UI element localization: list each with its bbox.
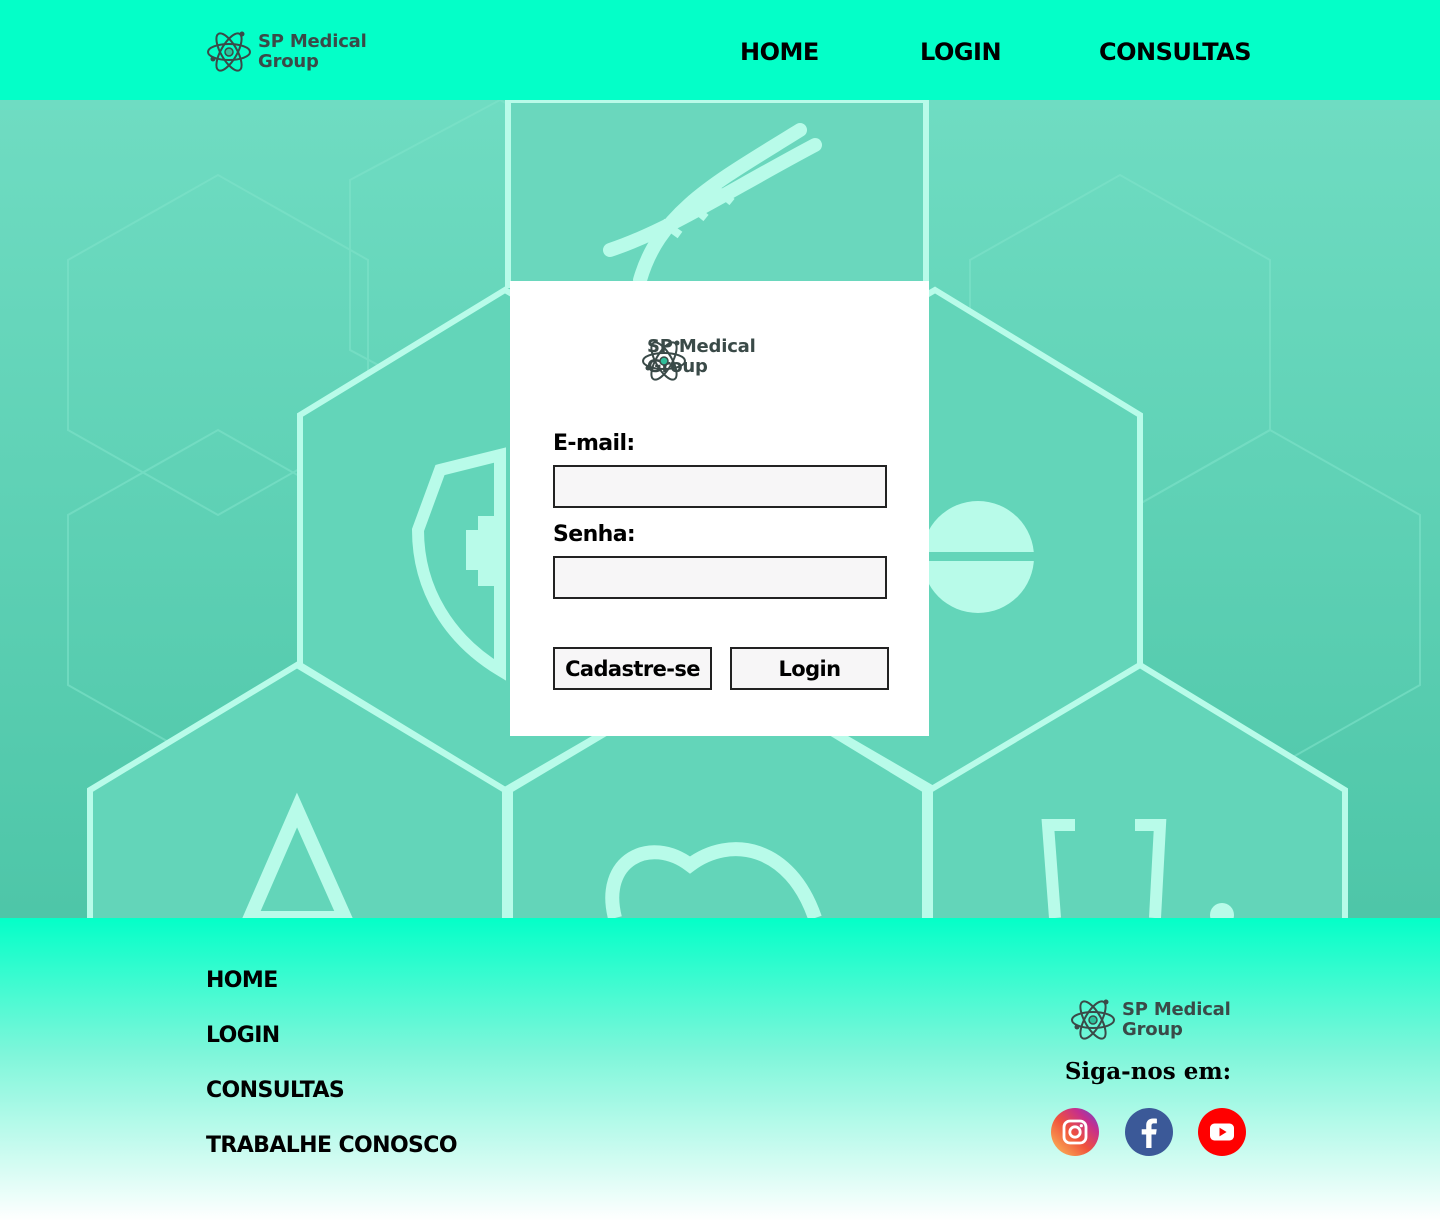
card-logo: SP Medical Group [641, 337, 756, 381]
instagram-icon[interactable] [1051, 1108, 1099, 1156]
nav-home[interactable]: HOME [740, 36, 819, 68]
atom-logo-icon [207, 31, 251, 72]
header-logo[interactable]: SP Medical Group [206, 28, 367, 76]
nav-login[interactable]: LOGIN [920, 36, 1002, 68]
footer-link-trabalhe-conosco[interactable]: TRABALHE CONOSCO [206, 1133, 458, 1158]
brand-line-2: Group [258, 51, 319, 72]
signup-button[interactable]: Cadastre-se [553, 647, 712, 690]
atom-logo-icon [1071, 999, 1115, 1040]
brand-name: SP Medical Group [258, 32, 367, 72]
brand-line-2: Group [1122, 1019, 1183, 1040]
hero-background: SP Medical Group E-mail: Senha: Cadastre… [0, 100, 1440, 918]
password-field[interactable] [553, 556, 887, 599]
site-header: SP Medical Group HOME LOGIN CONSULTAS [0, 0, 1440, 100]
login-button[interactable]: Login [730, 647, 889, 690]
password-label: Senha: [553, 522, 636, 547]
facebook-icon[interactable] [1125, 1108, 1173, 1156]
atom-logo-icon [642, 340, 686, 381]
nav-consultas[interactable]: CONSULTAS [1099, 36, 1252, 68]
follow-us-label: Siga-nos em: [1064, 1058, 1232, 1085]
footer-logo: SP Medical Group [1070, 996, 1231, 1044]
youtube-glyph [1198, 1108, 1246, 1156]
brand-line-1: SP Medical [1122, 999, 1231, 1020]
footer-link-consultas[interactable]: CONSULTAS [206, 1078, 345, 1103]
footer-link-home[interactable]: HOME [206, 968, 278, 993]
instagram-glyph [1051, 1108, 1099, 1156]
email-field[interactable] [553, 465, 887, 508]
login-card: SP Medical Group E-mail: Senha: Cadastre… [510, 281, 929, 736]
brand-line-1: SP Medical [258, 31, 367, 52]
email-label: E-mail: [553, 431, 635, 456]
youtube-icon[interactable] [1198, 1108, 1246, 1156]
facebook-glyph [1125, 1108, 1173, 1156]
brand-name: SP Medical Group [1122, 1000, 1231, 1040]
footer-link-login[interactable]: LOGIN [206, 1023, 280, 1048]
site-footer: HOME LOGIN CONSULTAS TRABALHE CONOSCO SP… [0, 918, 1440, 1221]
